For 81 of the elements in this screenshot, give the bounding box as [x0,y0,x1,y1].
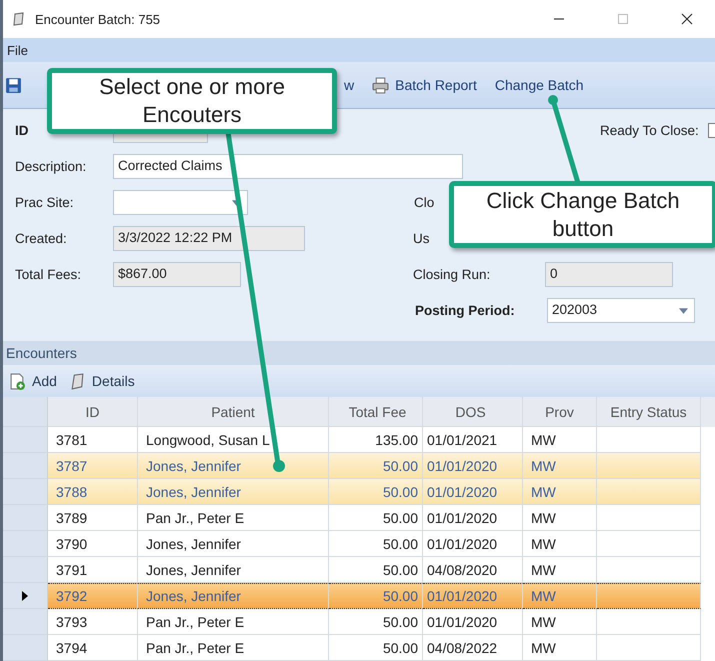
field-label: Us [413,231,430,246]
posting-period-dropdown[interactable]: 202003 [547,298,695,323]
column-header[interactable]: DOS [423,397,523,427]
table-cell: 3787 [48,453,138,479]
column-header[interactable]: Prov [523,397,597,427]
close-icon[interactable] [681,13,693,25]
toolbar-button[interactable]: w [338,75,360,95]
toolbar-button[interactable]: Add [3,370,63,392]
table-row[interactable]: 3789 Pan Jr., Peter E 50.00 01/01/2020 MW [3,505,715,531]
window-title: Encounter Batch: 755 [35,12,160,26]
maximize-icon[interactable] [617,13,629,25]
table-cell: MW [523,453,597,479]
table-cell: Jones, Jennifer [138,479,329,505]
instruction-tooltip: Click Change Batch button [449,181,715,248]
table-cell: 3788 [48,479,138,505]
field-label: Clo [414,195,434,210]
table-cell: 50.00 [329,583,423,609]
field-label: Created: [15,231,68,246]
created-field: 3/3/2022 12:22 PM [113,226,305,251]
table-cell: Pan Jr., Peter E [138,609,329,635]
table-cell: 01/01/2020 [423,583,523,609]
table-cell: MW [523,609,597,635]
table-cell: 01/01/2020 [423,505,523,531]
column-header[interactable]: Total Fee [329,397,423,427]
menu-item[interactable]: File [5,42,30,58]
table-cell: 3789 [48,505,138,531]
description-field[interactable]: Corrected Claims [113,154,463,179]
field-label: Closing Run: [413,267,492,282]
table-cell: 3792 [48,583,138,609]
table-row[interactable]: 3787 Jones, Jennifer 50.00 01/01/2020 MW [3,453,715,479]
table-cell: MW [523,583,597,609]
current-row-icon [22,590,28,600]
total-fees-field: $867.00 [113,262,241,287]
field-label: Total Fees: [15,267,82,282]
table-cell: 3790 [48,531,138,557]
field-label: ID [15,123,30,138]
field-label: Prac Site: [15,195,75,210]
table-row[interactable]: 3792 Jones, Jennifer 50.00 01/01/2020 MW [3,583,715,609]
add-document-icon [9,372,26,390]
table-cell: Jones, Jennifer [138,453,329,479]
table-cell: MW [523,531,597,557]
table-cell: 50.00 [329,635,423,661]
table-cell: MW [523,635,597,661]
table-cell: 50.00 [329,479,423,505]
field-label: Posting Period: [415,303,516,318]
instruction-tooltip: Select one or more Encouters [47,68,337,134]
save-icon[interactable] [5,76,22,94]
table-cell: 3794 [48,635,138,661]
toolbar-button[interactable]: Batch Report [366,74,483,96]
toolbar-button[interactable]: Change Batch [488,75,590,95]
table-cell: 50.00 [329,505,423,531]
row-header[interactable] [3,583,48,609]
table-cell: Pan Jr., Peter E [138,505,329,531]
table-cell: Jones, Jennifer [138,531,329,557]
table-cell: 01/01/2020 [423,479,523,505]
table-cell: Pan Jr., Peter E [138,635,329,661]
table-cell: 50.00 [329,531,423,557]
table-cell: 50.00 [329,453,423,479]
closing-run-field: 0 [545,262,673,287]
table-row[interactable]: 3790 Jones, Jennifer 50.00 01/01/2020 MW [3,531,715,557]
column-header[interactable]: ID [48,397,138,427]
field-label: Description: [15,159,88,174]
table-row[interactable]: 3793 Pan Jr., Peter E 50.00 01/01/2020 MW [3,609,715,635]
field-label: Ready To Close: [600,123,698,138]
scroll-icon [68,372,86,390]
column-header[interactable]: Patient [138,397,329,427]
table-cell: Jones, Jennifer [138,583,329,609]
table-cell: 01/01/2020 [423,609,523,635]
table-cell: 50.00 [329,609,423,635]
printer-icon [372,76,390,94]
table-cell: 04/08/2022 [423,635,523,661]
table-cell: MW [523,505,597,531]
section-header: Encounters [3,341,715,365]
table-cell: 3793 [48,609,138,635]
column-header[interactable]: Entry Status [597,397,701,427]
table-cell: 01/01/2020 [423,531,523,557]
table-row[interactable]: 3794 Pan Jr., Peter E 50.00 04/08/2022 MW [3,635,715,661]
toolbar-button[interactable]: Details [62,370,141,392]
table-cell: 01/01/2020 [423,453,523,479]
table-row[interactable]: 3788 Jones, Jennifer 50.00 01/01/2020 MW [3,479,715,505]
table-cell: MW [523,479,597,505]
